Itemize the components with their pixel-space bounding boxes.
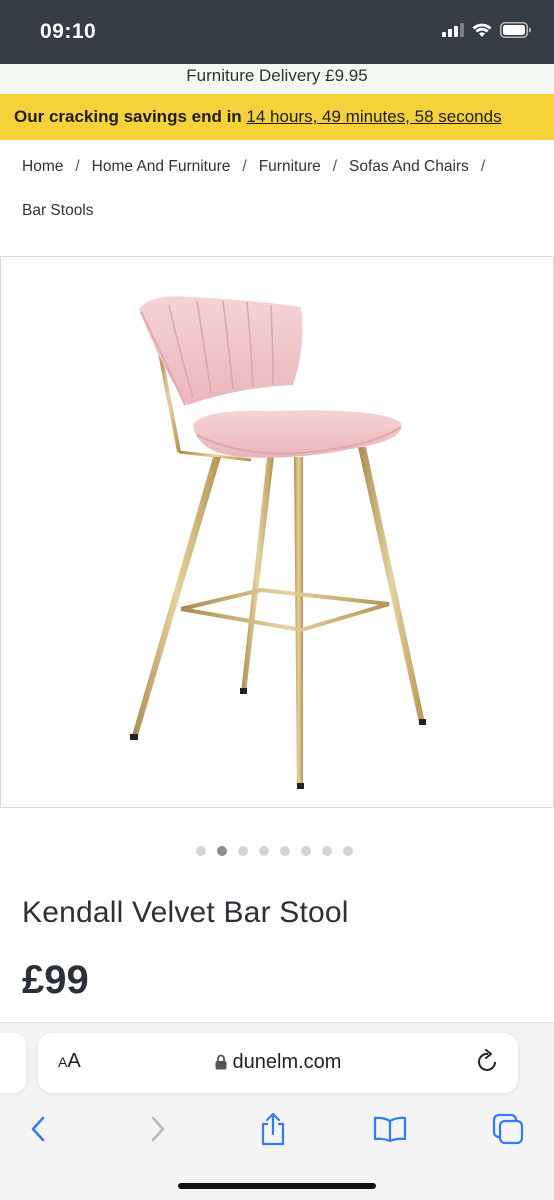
carousel-dot[interactable] — [259, 846, 269, 856]
reload-icon[interactable] — [476, 1049, 500, 1075]
tabs-button[interactable] — [490, 1111, 526, 1147]
previous-tab-preview[interactable] — [0, 1033, 26, 1093]
breadcrumb-home[interactable]: Home — [22, 158, 63, 176]
back-button[interactable] — [20, 1111, 56, 1147]
bookmarks-button[interactable] — [372, 1111, 408, 1147]
back-icon — [31, 1116, 45, 1142]
breadcrumb: Home / Home And Furniture / Furniture / … — [22, 154, 542, 224]
url-display[interactable]: dunelm.com — [38, 1051, 518, 1074]
home-indicator[interactable] — [178, 1183, 376, 1189]
breadcrumb-sofas-and-chairs[interactable]: Sofas And Chairs — [349, 158, 469, 176]
status-icons — [442, 22, 532, 38]
breadcrumb-separator: / — [75, 158, 80, 175]
breadcrumb-home-and-furniture[interactable]: Home And Furniture — [92, 158, 231, 176]
wifi-icon — [472, 23, 492, 37]
battery-icon — [500, 22, 531, 38]
browser-bottom-bar: AA dunelm.com — [0, 1022, 554, 1200]
product-image-carousel[interactable] — [0, 256, 554, 808]
carousel-dot[interactable] — [322, 846, 332, 856]
carousel-dot-active[interactable] — [217, 846, 227, 856]
carousel-dot[interactable] — [280, 846, 290, 856]
delivery-text: Furniture Delivery £9.95 — [186, 66, 368, 85]
savings-banner[interactable]: Our cracking savings end in 14 hours, 49… — [0, 94, 554, 140]
product-title: Kendall Velvet Bar Stool — [22, 896, 349, 929]
url-text: dunelm.com — [232, 1051, 342, 1073]
bookmarks-icon — [373, 1116, 407, 1143]
lock-icon — [215, 1054, 227, 1070]
status-time: 09:10 — [40, 20, 97, 43]
breadcrumb-separator: / — [332, 158, 338, 175]
tabs-icon — [492, 1113, 524, 1145]
breadcrumb-bar-stools[interactable]: Bar Stools — [22, 202, 94, 220]
breadcrumb-furniture[interactable]: Furniture — [259, 158, 321, 176]
product-price: £99 — [22, 958, 89, 1002]
forward-button[interactable] — [140, 1111, 176, 1147]
savings-countdown[interactable]: 14 hours, 49 minutes, 58 seconds — [246, 107, 501, 126]
share-button[interactable] — [255, 1111, 291, 1147]
signal-icon — [442, 23, 464, 37]
breadcrumb-row: Bar Stools — [22, 198, 542, 224]
carousel-dots — [196, 846, 353, 856]
forward-icon — [151, 1116, 165, 1142]
carousel-dot[interactable] — [301, 846, 311, 856]
share-icon — [261, 1112, 285, 1146]
carousel-dot[interactable] — [196, 846, 206, 856]
bar-stool-product-image — [130, 296, 426, 789]
address-bar[interactable]: AA dunelm.com — [38, 1033, 518, 1093]
breadcrumb-row: Home / Home And Furniture / Furniture / … — [22, 154, 542, 180]
breadcrumb-separator: / — [242, 158, 247, 175]
carousel-dot[interactable] — [238, 846, 248, 856]
status-bar: 09:10 — [0, 0, 554, 64]
carousel-dot[interactable] — [343, 846, 353, 856]
breadcrumb-separator: / — [480, 158, 486, 175]
browser-toolbar — [0, 1107, 554, 1151]
savings-lead: Our cracking savings end in — [14, 107, 242, 126]
delivery-banner: Furniture Delivery £9.95 — [0, 64, 554, 94]
